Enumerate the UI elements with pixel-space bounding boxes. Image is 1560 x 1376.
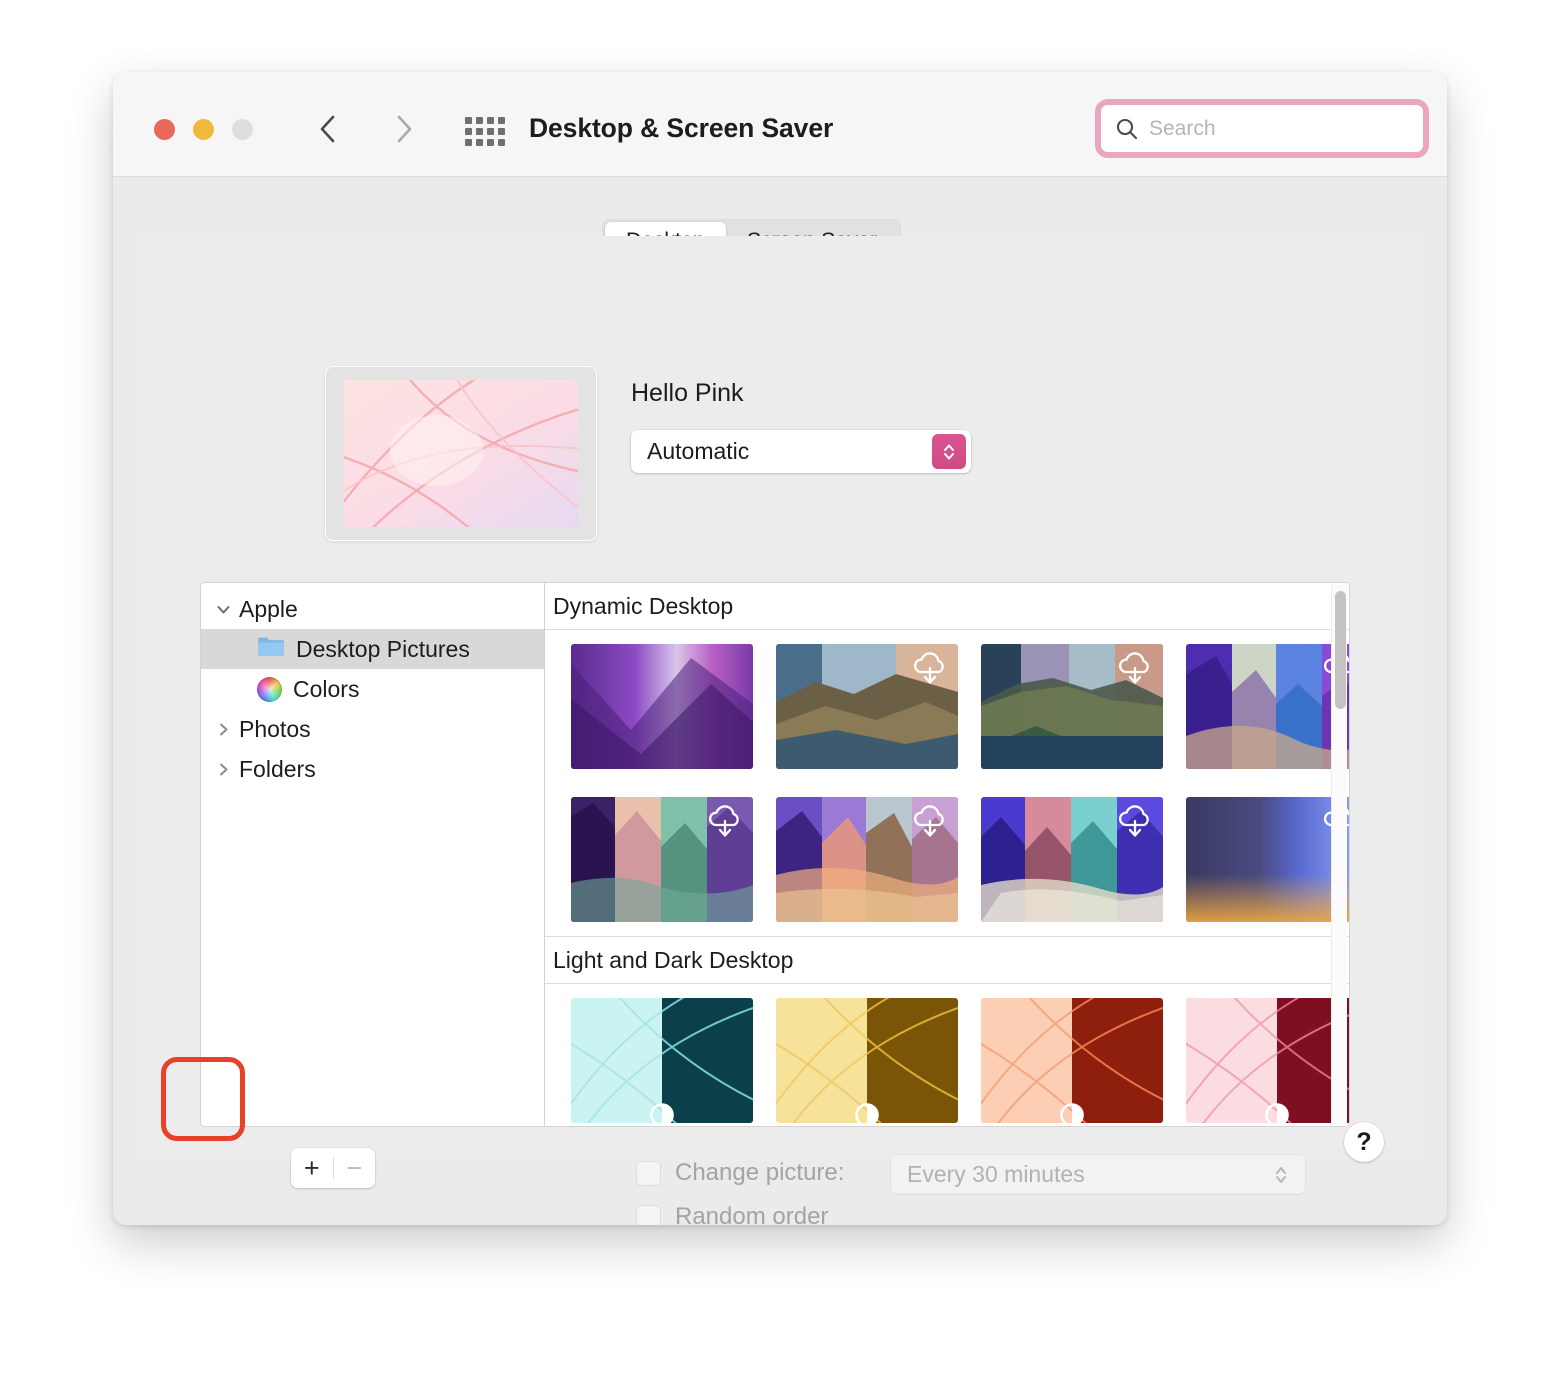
sidebar-item-photos[interactable]: Photos: [201, 709, 544, 749]
change-picture-checkbox[interactable]: [636, 1161, 661, 1186]
wallpaper-thumb-big-sur-coast[interactable]: [776, 644, 958, 769]
section-header-dynamic-desktop: Dynamic Desktop: [545, 583, 1349, 630]
desktop-preview-image: [344, 380, 578, 527]
wallpaper-thumb-hello-orange[interactable]: [981, 998, 1163, 1123]
cloud-download-icon[interactable]: [1115, 650, 1155, 693]
random-order-label: Random order: [675, 1203, 828, 1225]
sidebar-item-label: Desktop Pictures: [296, 636, 470, 663]
cloud-download-icon[interactable]: [1115, 803, 1155, 846]
chevron-right-icon[interactable]: [211, 761, 235, 778]
wallpaper-thumb-shore[interactable]: [981, 797, 1163, 922]
search-field[interactable]: [1101, 105, 1423, 152]
wallpaper-thumb-hello-blue[interactable]: [571, 998, 753, 1123]
change-interval-popup[interactable]: Every 30 minutes: [891, 1155, 1305, 1194]
random-order-checkbox[interactable]: [636, 1205, 661, 1226]
sidebar-item-label: Colors: [293, 676, 359, 703]
chevron-right-icon[interactable]: [211, 721, 235, 738]
wallpaper-thumb-hello-pink[interactable]: [1186, 998, 1349, 1123]
sidebar-item-colors[interactable]: Colors: [201, 669, 544, 709]
cloud-download-icon[interactable]: [910, 803, 950, 846]
grid-scrollbar[interactable]: [1331, 585, 1347, 1126]
thumbnail-row: [545, 630, 1349, 783]
contrast-icon[interactable]: [645, 1098, 679, 1123]
search-icon: [1114, 116, 1140, 147]
up-down-chevron-icon: [1273, 1163, 1289, 1192]
show-all-grid-icon[interactable]: [465, 116, 507, 146]
thumbnail-row: [545, 783, 1349, 937]
forward-button[interactable]: [387, 112, 421, 146]
help-button[interactable]: ?: [1344, 1122, 1384, 1162]
up-down-chevron-icon[interactable]: [932, 434, 966, 469]
sidebar-item-desktop-pictures[interactable]: Desktop Pictures: [201, 629, 544, 669]
cloud-download-icon[interactable]: [705, 803, 745, 846]
contrast-icon[interactable]: [1055, 1098, 1089, 1123]
window-titlebar: Desktop & Screen Saver: [113, 72, 1447, 177]
add-folder-button[interactable]: +: [291, 1148, 333, 1188]
remove-folder-button[interactable]: −: [334, 1148, 376, 1188]
sidebar-item-apple[interactable]: Apple: [201, 589, 544, 629]
close-button[interactable]: [154, 119, 175, 140]
window-title: Desktop & Screen Saver: [529, 113, 833, 144]
chevron-down-icon[interactable]: [211, 601, 235, 618]
search-field-highlight: [1095, 99, 1429, 158]
source-sidebar: Apple Desktop Pictures Colors: [201, 583, 545, 1126]
current-wallpaper-name: Hello Pink: [631, 379, 744, 408]
scrollbar-thumb[interactable]: [1335, 591, 1346, 709]
sidebar-item-label: Apple: [239, 596, 298, 623]
color-wheel-icon: [257, 677, 282, 702]
change-picture-row[interactable]: Change picture:: [636, 1159, 844, 1187]
back-button[interactable]: [311, 112, 345, 146]
wallpaper-browser: Apple Desktop Pictures Colors: [200, 582, 1350, 1127]
thumbnail-row: [545, 984, 1349, 1126]
fill-mode-value: Automatic: [631, 438, 749, 465]
add-remove-segmented-control[interactable]: + −: [291, 1148, 375, 1188]
change-picture-label: Change picture:: [675, 1159, 844, 1187]
preferences-window: Desktop & Screen Saver Desktop Screen Sa…: [113, 72, 1447, 1225]
content-panel: Hello Pink Automatic Apple: [137, 236, 1423, 1161]
desktop-preview-frame: [325, 366, 597, 541]
folder-icon: [257, 635, 285, 663]
zoom-button[interactable]: [232, 119, 253, 140]
wallpaper-thumb-monterey[interactable]: [571, 644, 753, 769]
wallpaper-thumb-catalina-island[interactable]: [981, 644, 1163, 769]
sidebar-item-folders[interactable]: Folders: [201, 749, 544, 789]
wallpaper-thumb-canyon[interactable]: [571, 797, 753, 922]
search-input[interactable]: [1149, 105, 1415, 152]
change-interval-value: Every 30 minutes: [891, 1161, 1085, 1188]
wallpaper-grid[interactable]: Dynamic Desktop: [545, 583, 1349, 1126]
wallpaper-thumb-solar-gradients[interactable]: [1186, 797, 1349, 922]
sidebar-item-label: Folders: [239, 756, 316, 783]
contrast-icon[interactable]: [850, 1098, 884, 1123]
wallpaper-thumb-big-sur-graphic[interactable]: [1186, 644, 1349, 769]
wallpaper-thumb-desert[interactable]: [776, 797, 958, 922]
cloud-download-icon[interactable]: [910, 650, 950, 693]
wallpaper-thumb-hello-yellow[interactable]: [776, 998, 958, 1123]
fill-mode-popup[interactable]: Automatic: [631, 430, 971, 473]
contrast-icon[interactable]: [1260, 1098, 1294, 1123]
section-header-light-and-dark-desktop: Light and Dark Desktop: [545, 937, 1349, 984]
random-order-row[interactable]: Random order: [636, 1203, 828, 1225]
sidebar-item-label: Photos: [239, 716, 311, 743]
minimize-button[interactable]: [193, 119, 214, 140]
traffic-lights: [154, 119, 253, 140]
